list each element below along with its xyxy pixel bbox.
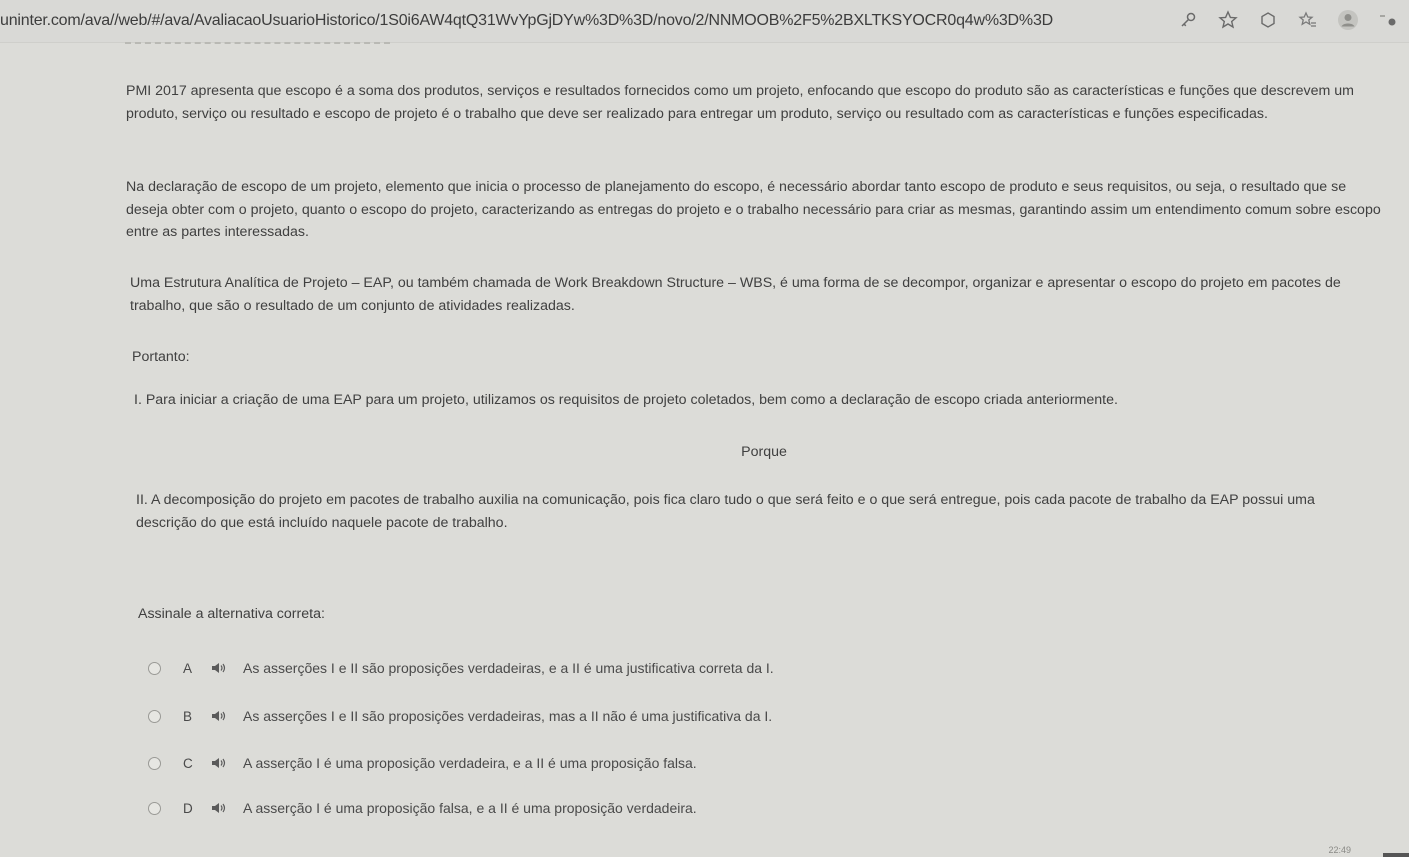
option-c-text: A asserção I é uma proposição verdadeira…	[243, 755, 697, 771]
option-b[interactable]: B As asserções I e II são proposições ve…	[148, 704, 1148, 728]
menu-icon[interactable]	[1377, 9, 1399, 31]
taskbar-corner	[1383, 853, 1409, 857]
speaker-icon[interactable]	[211, 756, 243, 770]
profile-icon[interactable]	[1337, 9, 1359, 31]
option-a-letter: A	[183, 660, 193, 676]
header-divider	[125, 42, 390, 44]
speaker-icon[interactable]	[211, 661, 243, 675]
option-d-letter: D	[183, 800, 193, 816]
key-icon[interactable]	[1177, 9, 1199, 31]
option-a-radio[interactable]	[148, 661, 161, 675]
address-bar[interactable]: uninter.com/ava//web/#/ava/AvaliacaoUsua…	[0, 12, 1053, 30]
porque-label: Porque	[741, 444, 787, 460]
option-c-letter: C	[183, 755, 193, 771]
option-d-text: A asserção I é uma proposição falsa, e a…	[243, 800, 697, 816]
assertion-2: II. A decomposição do projeto em pacotes…	[136, 492, 1315, 531]
prompt-label: Assinale a alternativa correta:	[138, 606, 325, 622]
star-icon[interactable]	[1217, 9, 1239, 31]
paragraph-declaracao-escopo: Na declaração de escopo de um projeto, e…	[126, 179, 1381, 240]
extension-icon[interactable]	[1257, 9, 1279, 31]
portanto-label: Portanto:	[132, 349, 190, 365]
option-a-text: As asserções I e II são proposições verd…	[243, 660, 774, 676]
paragraph-pmi: PMI 2017 apresenta que escopo é a soma d…	[126, 83, 1354, 122]
option-b-letter: B	[183, 708, 193, 724]
option-b-radio[interactable]	[148, 709, 161, 723]
assertion-1: I. Para iniciar a criação de uma EAP par…	[134, 392, 1118, 408]
speaker-icon[interactable]	[211, 801, 243, 815]
browser-toolbar: uninter.com/ava//web/#/ava/AvaliacaoUsua…	[0, 0, 1409, 43]
option-b-text: As asserções I e II são proposições verd…	[243, 708, 773, 724]
paragraph-eap: Uma Estrutura Analítica de Projeto – EAP…	[130, 275, 1341, 314]
option-a[interactable]: A As asserções I e II são proposições ve…	[148, 656, 1148, 680]
speaker-icon[interactable]	[211, 709, 243, 723]
option-d-radio[interactable]	[148, 801, 161, 815]
option-d[interactable]: D A asserção I é uma proposição falsa, e…	[148, 796, 1148, 820]
favorites-icon[interactable]	[1297, 9, 1319, 31]
option-c[interactable]: C A asserção I é uma proposição verdadei…	[148, 751, 1148, 775]
option-c-radio[interactable]	[148, 756, 161, 770]
system-clock: 22:49	[1328, 845, 1351, 855]
toolbar-icons	[1177, 9, 1399, 31]
